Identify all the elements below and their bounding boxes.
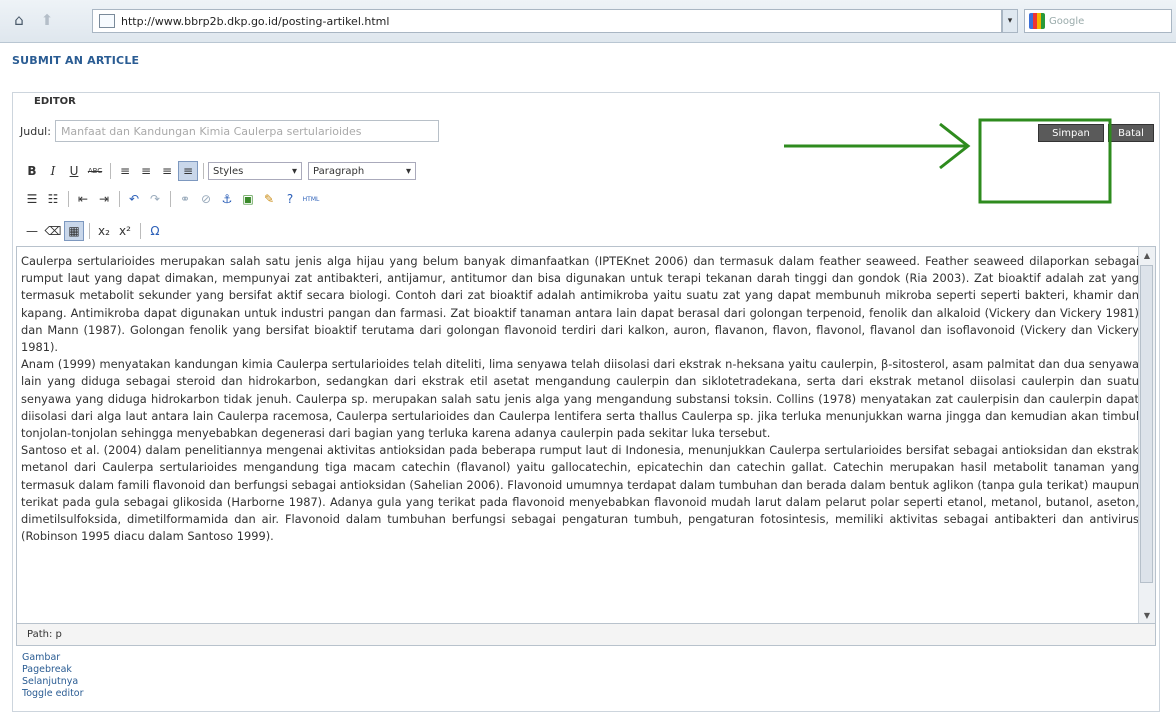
toolbar-separator bbox=[119, 191, 120, 207]
underline-button[interactable]: U bbox=[64, 161, 84, 181]
html-button[interactable]: HTML bbox=[301, 189, 321, 209]
scroll-up-icon[interactable]: ▲ bbox=[1139, 247, 1155, 263]
home-icon[interactable]: ⌂ bbox=[8, 9, 30, 31]
styles-value: Styles bbox=[213, 165, 244, 177]
search-box[interactable]: Google bbox=[1024, 9, 1172, 33]
bold-button[interactable]: B bbox=[22, 161, 42, 181]
page-icon bbox=[99, 14, 115, 28]
horizontal-rule-icon[interactable]: — bbox=[22, 221, 42, 241]
align-center-icon[interactable]: ≡ bbox=[136, 161, 156, 181]
bullet-list-icon[interactable]: ☰ bbox=[22, 189, 42, 209]
format-select[interactable]: Paragraph ▾ bbox=[308, 162, 416, 180]
special-char-button[interactable]: Ω bbox=[145, 221, 165, 241]
paragraph: Santoso et al. (2004) dalam penelitianny… bbox=[21, 443, 1139, 544]
title-label: Judul: bbox=[20, 124, 51, 138]
toolbar-separator bbox=[170, 191, 171, 207]
link-selanjutnya[interactable]: Selanjutnya bbox=[22, 676, 84, 688]
superscript-button[interactable]: x² bbox=[115, 221, 135, 241]
link-gambar[interactable]: Gambar bbox=[22, 652, 84, 664]
chevron-down-icon: ▾ bbox=[291, 165, 297, 177]
url-text: http://www.bbrp2b.dkp.go.id/posting-arti… bbox=[121, 14, 390, 28]
toolbar-row-2: ☰ ☷ ⇤ ⇥ ↶ ↷ ⚭ ⊘ ⚓ ▣ ✎ ? HTML bbox=[22, 188, 492, 210]
anchor-icon[interactable]: ⚓ bbox=[217, 189, 237, 209]
toolbar-row-1: B I U ABC ≡ ≡ ≡ ≡ Styles ▾ Paragraph ▾ bbox=[22, 160, 492, 182]
toolbar-separator bbox=[89, 223, 90, 239]
format-value: Paragraph bbox=[313, 165, 365, 177]
paragraph: Caulerpa sertularioides merupakan salah … bbox=[21, 254, 1139, 355]
scroll-down-icon[interactable]: ▼ bbox=[1139, 607, 1155, 623]
editor-legend: EDITOR bbox=[30, 96, 80, 107]
toolbar-separator bbox=[203, 163, 204, 179]
outdent-icon[interactable]: ⇤ bbox=[73, 189, 93, 209]
browser-toolbar: ⌂ ⬆ http://www.bbrp2b.dkp.go.id/posting-… bbox=[0, 0, 1176, 43]
address-dropdown-icon[interactable]: ▾ bbox=[1002, 9, 1018, 33]
link-toggle-editor[interactable]: Toggle editor bbox=[22, 688, 84, 700]
save-button[interactable]: Simpan bbox=[1038, 124, 1104, 142]
help-icon[interactable]: ? bbox=[280, 189, 300, 209]
paragraph: Anam (1999) menyatakan kandungan kimia C… bbox=[21, 357, 1139, 441]
title-input[interactable] bbox=[54, 120, 439, 142]
cleanup-icon[interactable]: ✎ bbox=[259, 189, 279, 209]
styles-select[interactable]: Styles ▾ bbox=[208, 162, 302, 180]
align-justify-icon[interactable]: ≡ bbox=[178, 161, 198, 181]
unlink-icon[interactable]: ⊘ bbox=[196, 189, 216, 209]
align-left-icon[interactable]: ≡ bbox=[115, 161, 135, 181]
redo-icon[interactable]: ↷ bbox=[145, 189, 165, 209]
visual-aid-icon[interactable]: ▦ bbox=[64, 221, 84, 241]
toolbar-separator bbox=[68, 191, 69, 207]
indent-icon[interactable]: ⇥ bbox=[94, 189, 114, 209]
strikethrough-button[interactable]: ABC bbox=[85, 161, 105, 181]
path-bar: Path: p bbox=[16, 624, 1156, 646]
editor-text[interactable]: Caulerpa sertularioides merupakan salah … bbox=[21, 253, 1139, 545]
undo-icon[interactable]: ↶ bbox=[124, 189, 144, 209]
toolbar-separator bbox=[140, 223, 141, 239]
title-row: Judul: bbox=[20, 120, 439, 142]
italic-button[interactable]: I bbox=[43, 161, 63, 181]
numbered-list-icon[interactable]: ☷ bbox=[43, 189, 63, 209]
google-icon bbox=[1029, 13, 1045, 29]
remove-format-icon[interactable]: ⌫ bbox=[43, 221, 63, 241]
toolbar-separator bbox=[110, 163, 111, 179]
scrollbar-thumb[interactable] bbox=[1140, 265, 1153, 583]
scrollbar[interactable]: ▲ ▼ bbox=[1138, 247, 1155, 623]
back-icon[interactable]: ⬆ bbox=[36, 9, 58, 31]
address-bar[interactable]: http://www.bbrp2b.dkp.go.id/posting-arti… bbox=[92, 9, 1002, 33]
chevron-down-icon: ▾ bbox=[405, 165, 411, 177]
editor-content-area[interactable]: Caulerpa sertularioides merupakan salah … bbox=[16, 246, 1156, 624]
align-right-icon[interactable]: ≡ bbox=[157, 161, 177, 181]
cancel-button[interactable]: Batal bbox=[1108, 124, 1154, 142]
search-placeholder: Google bbox=[1049, 15, 1085, 27]
link-pagebreak[interactable]: Pagebreak bbox=[22, 664, 84, 676]
editor-links: Gambar Pagebreak Selanjutnya Toggle edit… bbox=[22, 652, 84, 700]
image-icon[interactable]: ▣ bbox=[238, 189, 258, 209]
page-heading: SUBMIT AN ARTICLE bbox=[12, 54, 140, 67]
toolbar-row-3: — ⌫ ▦ x₂ x² Ω bbox=[22, 220, 492, 242]
link-icon[interactable]: ⚭ bbox=[175, 189, 195, 209]
subscript-button[interactable]: x₂ bbox=[94, 221, 114, 241]
